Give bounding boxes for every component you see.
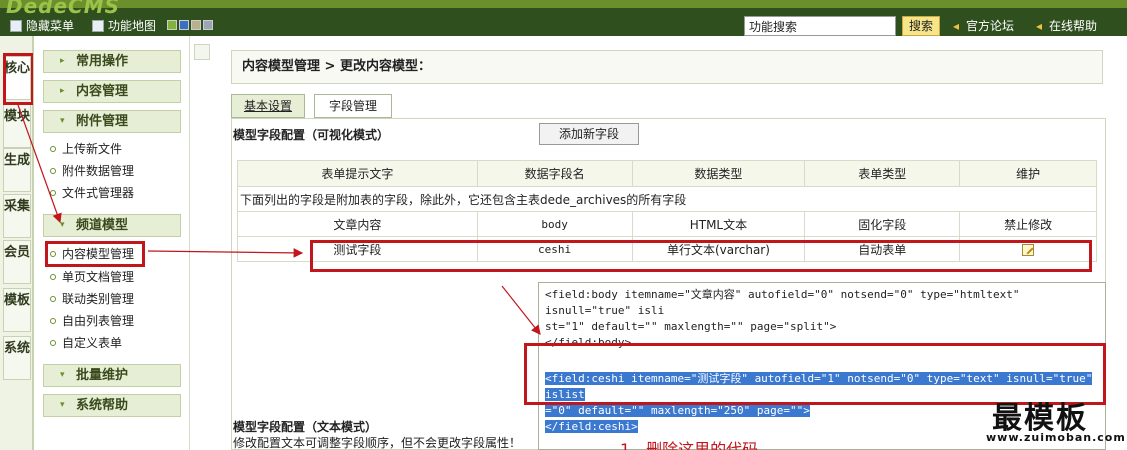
sidebar-item-linkage[interactable]: 联动类别管理 <box>48 289 134 309</box>
group-help[interactable]: ▾ 系统帮助 <box>43 394 181 417</box>
skin-gray[interactable] <box>203 20 213 30</box>
forum-link[interactable]: ◂ 官方论坛 <box>953 17 1014 34</box>
hide-menu-link[interactable]: 隐藏菜单 <box>10 17 74 34</box>
tab-system[interactable]: 系统 <box>3 336 31 380</box>
core-tab-highlight <box>3 53 34 105</box>
bullet-icon <box>50 146 56 152</box>
tab-member[interactable]: 会员 <box>3 240 31 284</box>
site-map-link[interactable]: 功能地图 <box>92 17 156 34</box>
breadcrumb: 内容模型管理 > 更改内容模型： <box>231 50 1103 84</box>
cell-type: HTML文本 <box>631 211 806 237</box>
search-button[interactable]: 搜索 <box>902 16 940 36</box>
cell-field: body <box>476 211 633 237</box>
top-bar: DedeCMS 隐藏菜单 功能地图 搜索 ◂ 官方论坛 ◂ 在线帮助 <box>0 0 1127 36</box>
help-icon: ◂ <box>1036 18 1043 33</box>
column-header: 维护 <box>959 160 1097 187</box>
sidebar-item-attachment-data[interactable]: 附件数据管理 <box>48 161 134 181</box>
code-line: st="1" default="" maxlength="" page="spl… <box>545 320 837 333</box>
sidebar: ▸ 常用操作 ▸ 内容管理 ▾ 附件管理 上传新文件 附件数据管理 文件式管理器… <box>33 36 189 450</box>
map-icon <box>92 19 104 32</box>
expand-arrow-icon: ▸ <box>60 56 65 66</box>
toggle-sidebar-handle[interactable] <box>194 44 210 60</box>
bullet-icon <box>50 168 56 174</box>
group-content[interactable]: ▸ 内容管理 <box>43 80 181 103</box>
expand-arrow-icon: ▸ <box>60 86 65 96</box>
sidebar-item-custom-form[interactable]: 自定义表单 <box>48 333 122 353</box>
bullet-icon <box>50 340 56 346</box>
frame-gutter <box>189 36 219 450</box>
visual-mode-title: 模型字段配置（可视化模式） <box>233 128 390 142</box>
collapse-arrow-icon: ▾ <box>60 370 65 380</box>
column-header: 表单提示文字 <box>237 160 478 187</box>
table-note-row: 下面列出的字段是附加表的字段，除此外，它还包含主表dede_archives的所… <box>237 186 1097 212</box>
sidebar-item-free-list[interactable]: 自由列表管理 <box>48 311 134 331</box>
text-mode-note: 修改配置文本可调整字段顺序，但不会更改字段属性！ <box>233 436 522 450</box>
skin-switcher <box>167 20 213 30</box>
bullet-icon <box>50 274 56 280</box>
sidebar-item-upload[interactable]: 上传新文件 <box>48 139 122 159</box>
help-link[interactable]: ◂ 在线帮助 <box>1036 17 1097 34</box>
test-field-row-highlight <box>310 240 1092 272</box>
tab-collect[interactable]: 采集 <box>3 194 31 238</box>
add-field-button[interactable]: 添加新字段 <box>539 123 639 145</box>
tab-template[interactable]: 模板 <box>3 288 31 332</box>
watermark-url: www.zuimoban.com <box>986 431 1126 444</box>
skin-blue[interactable] <box>179 20 189 30</box>
hide-menu-icon <box>10 19 22 32</box>
sidebar-item-file-manager[interactable]: 文件式管理器 <box>48 183 134 203</box>
annotation-delete-code: 1、删除这里的代码 <box>620 440 759 450</box>
cell-form-type: 固化字段 <box>804 211 961 237</box>
group-attachment[interactable]: ▾ 附件管理 <box>43 110 181 133</box>
tab-generate[interactable]: 生成 <box>3 148 31 192</box>
logo: DedeCMS <box>6 0 121 18</box>
group-batch[interactable]: ▾ 批量维护 <box>43 364 181 387</box>
function-search-input[interactable] <box>744 16 896 36</box>
column-header: 数据类型 <box>631 160 806 187</box>
skin-khaki[interactable] <box>191 20 201 30</box>
tab-field-management[interactable]: 字段管理 <box>314 94 392 118</box>
tab-module[interactable]: 模块 <box>3 104 31 148</box>
collapse-arrow-icon: ▾ <box>60 116 65 126</box>
bullet-icon <box>50 190 56 196</box>
column-header: 数据字段名 <box>476 160 633 187</box>
group-common[interactable]: ▸ 常用操作 <box>43 50 181 73</box>
collapse-arrow-icon: ▾ <box>60 400 65 410</box>
top-strip <box>0 0 1127 8</box>
bullet-icon <box>50 318 56 324</box>
table-note: 下面列出的字段是附加表的字段，除此外，它还包含主表dede_archives的所… <box>237 186 1097 212</box>
forum-icon: ◂ <box>953 18 960 33</box>
sidebar-item-single-page[interactable]: 单页文档管理 <box>48 267 134 287</box>
table-header-row: 表单提示文字 数据字段名 数据类型 表单类型 维护 <box>237 160 1097 187</box>
sidebar-item-content-model[interactable]: 内容模型管理 <box>45 241 145 267</box>
bullet-icon <box>50 296 56 302</box>
cell-label: 文章内容 <box>237 211 478 237</box>
group-channel-model[interactable]: ▾ 频道模型 <box>43 214 181 237</box>
tab-basic-settings[interactable]: 基本设置 <box>231 94 305 118</box>
column-header: 表单类型 <box>804 160 961 187</box>
skin-green[interactable] <box>167 20 177 30</box>
bullet-icon <box>50 251 56 257</box>
text-mode-title: 模型字段配置（文本模式） <box>233 420 378 434</box>
table-row: 文章内容 body HTML文本 固化字段 禁止修改 <box>237 211 1097 237</box>
collapse-arrow-icon: ▾ <box>60 220 65 230</box>
cell-maintenance: 禁止修改 <box>959 211 1097 237</box>
code-line: <field:body itemname="文章内容" autofield="0… <box>545 288 1020 317</box>
